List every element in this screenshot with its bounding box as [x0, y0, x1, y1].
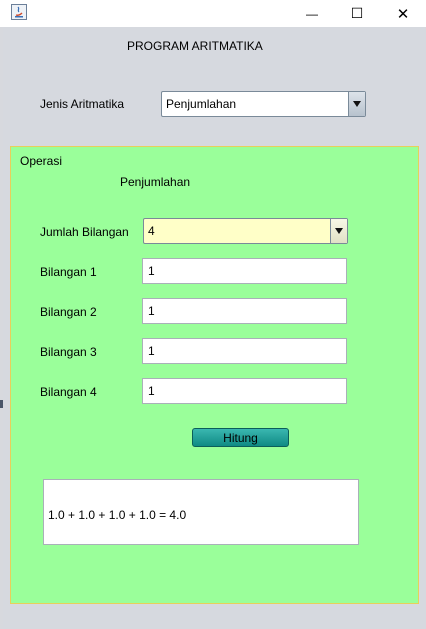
jumlah-bilangan-value: 4	[148, 224, 155, 238]
bilangan-3-value: 1	[148, 344, 155, 358]
dropdown-arrow-icon[interactable]	[330, 219, 347, 243]
operation-name: Penjumlahan	[120, 175, 191, 189]
bilangan-2-input[interactable]: 1	[142, 298, 347, 324]
maximize-icon: ☐	[350, 5, 364, 21]
bilangan-3-label: Bilangan 3	[40, 345, 97, 359]
operasi-label: Operasi	[20, 154, 63, 168]
result-textarea[interactable]: 1.0 + 1.0 + 1.0 + 1.0 = 4.0	[43, 479, 359, 545]
bilangan-4-value: 1	[148, 384, 155, 398]
minimize-button[interactable]: —	[289, 0, 335, 27]
bilangan-3-input[interactable]: 1	[142, 338, 347, 364]
bilangan-2-label: Bilangan 2	[40, 305, 97, 319]
jenis-aritmatika-dropdown[interactable]: Penjumlahan	[161, 91, 366, 117]
program-title: PROGRAM ARITMATIKA	[127, 39, 263, 53]
close-icon: ✕	[396, 5, 410, 23]
operasi-panel: Operasi Penjumlahan Jumlah Bilangan 4 Bi…	[10, 146, 419, 604]
dropdown-arrow-icon[interactable]	[348, 92, 365, 116]
bilangan-2-value: 1	[148, 304, 155, 318]
main-content: PROGRAM ARITMATIKA Jenis Aritmatika Penj…	[3, 27, 426, 629]
minimize-icon: —	[306, 6, 318, 21]
result-text: 1.0 + 1.0 + 1.0 + 1.0 = 4.0	[48, 508, 187, 522]
title-bar[interactable]: — ☐ ✕	[0, 0, 426, 27]
close-button[interactable]: ✕	[380, 0, 426, 27]
jenis-aritmatika-label: Jenis Aritmatika	[40, 97, 125, 111]
jumlah-bilangan-dropdown[interactable]: 4	[143, 218, 348, 244]
bilangan-1-input[interactable]: 1	[142, 258, 347, 284]
hitung-button[interactable]: Hitung	[192, 428, 289, 447]
java-app-icon	[11, 4, 27, 20]
bilangan-4-label: Bilangan 4	[40, 385, 97, 399]
bilangan-1-label: Bilangan 1	[40, 265, 97, 279]
bilangan-1-value: 1	[148, 264, 155, 278]
jumlah-bilangan-label: Jumlah Bilangan	[40, 225, 129, 239]
jenis-aritmatika-value: Penjumlahan	[166, 97, 237, 111]
maximize-button[interactable]: ☐	[334, 0, 380, 27]
bilangan-4-input[interactable]: 1	[142, 378, 347, 404]
